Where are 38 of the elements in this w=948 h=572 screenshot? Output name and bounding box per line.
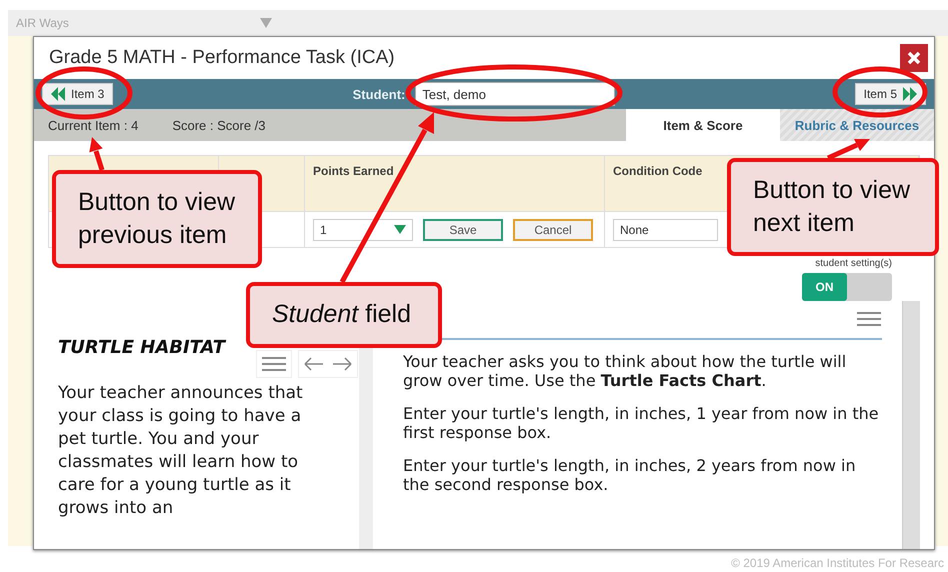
menu-button[interactable]	[256, 350, 292, 378]
close-icon	[907, 51, 921, 65]
condition-select[interactable]: None	[613, 218, 718, 240]
student-label: Student:	[352, 86, 406, 102]
dialog-title: Grade 5 MATH - Performance Task (ICA)	[49, 47, 395, 69]
passage-title: TURTLE HABITAT	[58, 337, 226, 358]
points-select[interactable]: 1	[313, 218, 413, 240]
double-right-triangle-icon	[903, 87, 917, 101]
current-item-text: Current Item : 4	[48, 118, 138, 132]
pointer-arrow	[826, 139, 870, 160]
menu-icon[interactable]	[856, 311, 882, 327]
previous-item-button[interactable]: Item 3	[42, 83, 114, 105]
left-right-arrows-icon	[303, 356, 353, 372]
tab[interactable]: Item & Score	[626, 109, 780, 141]
question-text: Your teacher asks you to think about how the turtle will grow over time. Use the Turtle Facts Chart.	[403, 352, 848, 390]
question-text: Enter your turtle's length, in inches, 1 year from now in the first response box.	[403, 404, 880, 442]
callout-text: Button to view next item	[727, 158, 939, 256]
score-text: Score : Score /3	[172, 118, 266, 132]
passage-text: Your teacher announces that your class is going to have a pet turtle. You and your classmates will learn how to care for a young turtle as it grows into an	[58, 382, 304, 520]
question-text: Enter your turtle's length, in inches, 2 years from now in the second response box.	[403, 456, 857, 494]
arrows-button[interactable]	[298, 350, 358, 378]
pointer-arrow	[89, 137, 104, 171]
close-button[interactable]	[900, 44, 928, 72]
copyright-text: © 2019 American Institutes For Researc	[731, 556, 944, 570]
double-left-triangle-icon	[51, 87, 65, 101]
settings-label: student setting(s)	[815, 258, 892, 269]
menu-icon[interactable]	[261, 356, 287, 372]
callout-text: Button to view previous item	[52, 170, 262, 268]
callout-text: Student field	[246, 282, 442, 348]
next-item-button[interactable]: Item 5	[854, 83, 926, 105]
cancel-button[interactable]: Cancel	[513, 218, 593, 240]
app-title: AIR Ways	[16, 16, 70, 30]
caret-icon	[394, 225, 406, 234]
save-button[interactable]: Save	[423, 218, 503, 240]
student-field[interactable]: Test, demo	[415, 82, 616, 106]
scrollbar[interactable]	[902, 301, 920, 549]
dropdown-icon[interactable]	[260, 18, 272, 28]
header-cell: Points Earned	[305, 156, 605, 211]
